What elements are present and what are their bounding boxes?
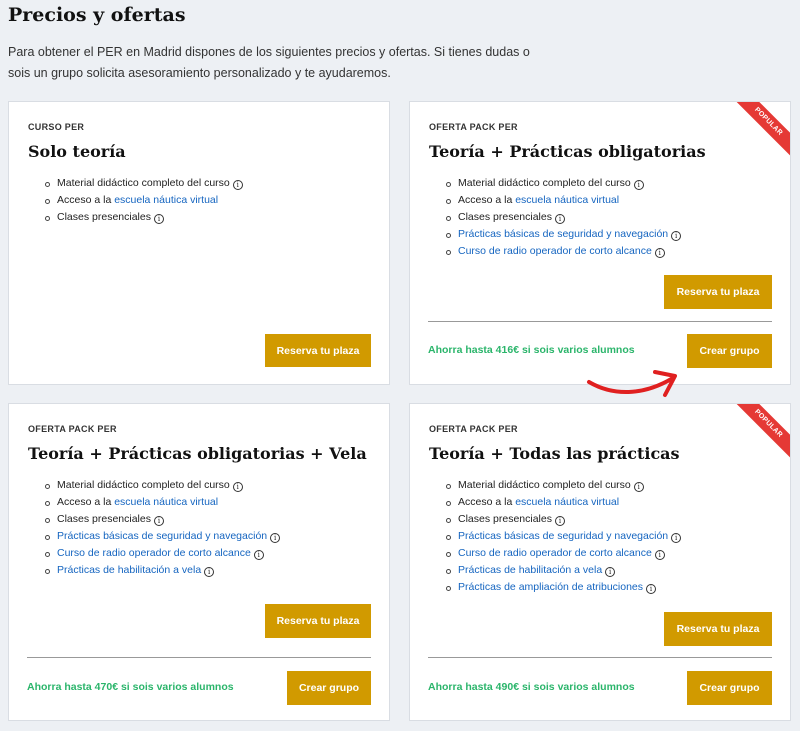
pricing-card-solo-teoria: CURSO PER Solo teoría Material didáctico… (8, 101, 390, 385)
feature-list: Material didáctico completo del curso i Ac… (45, 477, 281, 579)
feature-list: Material didáctico completo del curso i Ac… (45, 175, 243, 226)
savings-text: Ahorra hasta 490€ si sois varios alumnos (428, 681, 635, 693)
info-icon[interactable]: i (671, 231, 682, 241)
feature-prefix: Acceso a la (57, 194, 115, 206)
create-group-button[interactable]: Crear grupo (687, 334, 772, 368)
divider (428, 657, 772, 658)
info-icon[interactable]: i (646, 584, 657, 594)
info-icon[interactable]: i (204, 567, 215, 577)
pricing-card-teoria-practicas-vela: OFERTA PACK PER Teoría + Prácticas oblig… (8, 403, 390, 721)
divider (428, 321, 772, 322)
feature-text: Clases presenciales (57, 211, 151, 223)
feature-item: Clases presenciales i (446, 511, 681, 528)
feature-item: Prácticas básicas de seguridad y navegac… (45, 528, 281, 545)
card-title: Teoría + Todas las prácticas (429, 444, 680, 463)
feature-item: Curso de radio operador de corto alcance… (446, 243, 681, 260)
savings-text: Ahorra hasta 416€ si sois varios alumnos (428, 344, 635, 356)
feature-item: Material didáctico completo del curso i (45, 477, 280, 494)
feature-list: Material didáctico completo del curso i Ac… (446, 175, 682, 260)
info-icon[interactable]: i (554, 214, 565, 224)
card-title: Teoría + Prácticas obligatorias (429, 142, 706, 161)
feature-link[interactable]: escuela náutica virtual (515, 194, 619, 206)
card-title: Teoría + Prácticas obligatorias + Vela (28, 444, 367, 463)
feature-list: Material didáctico completo del curso i Ac… (446, 477, 682, 596)
feature-link[interactable]: Prácticas básicas de seguridad y navegac… (57, 530, 267, 542)
info-icon[interactable]: i (605, 567, 616, 577)
feature-prefix: Acceso a la (458, 496, 516, 508)
info-icon[interactable]: i (232, 482, 243, 492)
card-eyebrow: OFERTA PACK PER (429, 122, 518, 132)
create-group-button[interactable]: Crear grupo (287, 671, 371, 705)
feature-item: Acceso a la escuela náutica virtual (45, 494, 280, 511)
feature-link[interactable]: Curso de radio operador de corto alcance (458, 245, 652, 257)
feature-item: Prácticas de ampliación de atribuciones i (446, 579, 681, 596)
feature-item: Prácticas básicas de seguridad y navegac… (446, 528, 682, 545)
divider (27, 657, 371, 658)
feature-item: Clases presenciales i (45, 511, 280, 528)
feature-item: Clases presenciales i (446, 209, 681, 226)
feature-text: Material didáctico completo del curso (57, 177, 230, 189)
feature-link[interactable]: Prácticas de habilitación a vela (57, 564, 201, 576)
popular-ribbon: POPULAR (726, 404, 790, 466)
feature-link[interactable]: Curso de radio operador de corto alcance (57, 547, 251, 559)
savings-text: Ahorra hasta 470€ si sois varios alumnos (27, 681, 234, 693)
info-icon[interactable]: i (654, 550, 665, 560)
info-icon[interactable]: i (633, 180, 644, 190)
feature-prefix: Acceso a la (57, 496, 115, 508)
reserve-button[interactable]: Reserva tu plaza (265, 604, 371, 638)
info-icon[interactable]: i (270, 533, 281, 543)
card-eyebrow: CURSO PER (28, 122, 85, 132)
pricing-card-todas-practicas: POPULAR OFERTA PACK PER Teoría + Todas l… (409, 403, 791, 721)
info-icon[interactable]: i (253, 550, 264, 560)
feature-link[interactable]: Prácticas básicas de seguridad y navegac… (458, 228, 668, 240)
reserve-button[interactable]: Reserva tu plaza (265, 334, 371, 367)
card-title: Solo teoría (28, 142, 126, 161)
create-group-button[interactable]: Crear grupo (687, 671, 772, 705)
feature-link[interactable]: Prácticas de ampliación de atribuciones (458, 581, 643, 593)
feature-text: Material didáctico completo del curso (57, 479, 230, 491)
pricing-card-teoria-practicas: POPULAR OFERTA PACK PER Teoría + Práctic… (409, 101, 791, 385)
info-icon[interactable]: i (671, 533, 682, 543)
feature-item: Acceso a la escuela náutica virtual (446, 192, 681, 209)
info-icon[interactable]: i (633, 482, 644, 492)
feature-text: Clases presenciales (57, 513, 151, 525)
feature-text: Clases presenciales (458, 211, 552, 223)
feature-link[interactable]: escuela náutica virtual (114, 496, 218, 508)
intro-text: Para obtener el PER en Madrid dispones d… (8, 45, 530, 80)
feature-item: Prácticas básicas de seguridad y navegac… (446, 226, 682, 243)
feature-item: Clases presenciales i (45, 209, 243, 226)
feature-text: Clases presenciales (458, 513, 552, 525)
info-icon[interactable]: i (153, 516, 164, 526)
reserve-button[interactable]: Reserva tu plaza (664, 275, 772, 309)
feature-prefix: Acceso a la (458, 194, 516, 206)
feature-text: Material didáctico completo del curso (458, 479, 631, 491)
feature-item: Curso de radio operador de corto alcance… (45, 545, 280, 562)
feature-link[interactable]: escuela náutica virtual (114, 194, 218, 206)
feature-item: Material didáctico completo del curso i (446, 175, 681, 192)
feature-link[interactable]: Prácticas básicas de seguridad y navegac… (458, 530, 668, 542)
info-icon[interactable]: i (554, 516, 565, 526)
feature-link[interactable]: Curso de radio operador de corto alcance (458, 547, 652, 559)
card-eyebrow: OFERTA PACK PER (28, 424, 117, 434)
feature-item: Prácticas de habilitación a vela i (45, 562, 280, 579)
info-icon[interactable]: i (232, 180, 243, 190)
info-icon[interactable]: i (153, 214, 164, 224)
info-icon[interactable]: i (654, 248, 665, 258)
feature-item: Prácticas de habilitación a vela i (446, 562, 681, 579)
page-title: Precios y ofertas (8, 4, 186, 26)
card-eyebrow: OFERTA PACK PER (429, 424, 518, 434)
reserve-button[interactable]: Reserva tu plaza (664, 612, 772, 646)
feature-text: Material didáctico completo del curso (458, 177, 631, 189)
feature-item: Curso de radio operador de corto alcance… (446, 545, 681, 562)
feature-item: Material didáctico completo del curso i (45, 175, 243, 192)
feature-item: Acceso a la escuela náutica virtual (446, 494, 681, 511)
popular-ribbon: POPULAR (726, 102, 790, 164)
feature-item: Material didáctico completo del curso i (446, 477, 681, 494)
red-arrow-icon (587, 370, 677, 397)
feature-link[interactable]: Prácticas de habilitación a vela (458, 564, 602, 576)
feature-link[interactable]: escuela náutica virtual (515, 496, 619, 508)
feature-item: Acceso a la escuela náutica virtual (45, 192, 243, 209)
